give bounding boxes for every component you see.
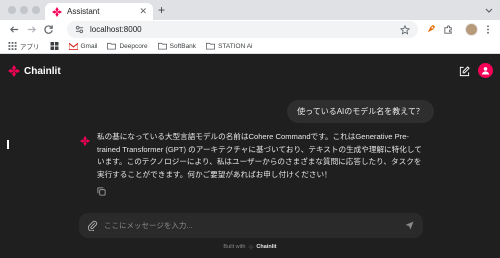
extensions-puzzle-icon[interactable] xyxy=(443,24,454,35)
close-window-button[interactable] xyxy=(8,6,16,14)
assistant-message: 私の基になっている大型言語モデルの名前はCohere Commandです。これは… xyxy=(97,132,422,179)
user-avatar-button[interactable] xyxy=(478,63,493,78)
tab-title: Assistant xyxy=(67,7,100,16)
bookmark-gmail[interactable]: Gmail xyxy=(68,42,98,50)
browser-tab-strip: Assistant ✕ + xyxy=(0,0,500,20)
browser-tab-active[interactable]: Assistant ✕ xyxy=(45,3,153,20)
kebab-menu-icon[interactable] xyxy=(485,24,491,35)
folder-icon xyxy=(107,42,117,50)
extension-rocket-icon[interactable] xyxy=(425,24,436,35)
back-arrow-icon[interactable] xyxy=(9,24,20,35)
message-composer xyxy=(79,213,423,238)
send-icon[interactable] xyxy=(405,221,414,230)
new-tab-button[interactable]: + xyxy=(158,3,165,17)
bookmark-softbank[interactable]: SoftBank xyxy=(157,42,197,50)
brand-name: Chainlit xyxy=(24,65,61,77)
message-input[interactable] xyxy=(104,217,394,234)
bookmark-extra-grid[interactable] xyxy=(50,42,59,50)
bookmark-label: アプリ xyxy=(20,44,40,51)
footer-brand[interactable]: Chainlit xyxy=(248,244,277,250)
address-bar[interactable]: localhost:8000 xyxy=(67,21,418,38)
bookmark-station-ai[interactable]: STATION Ai xyxy=(206,42,253,50)
app-header: Chainlit xyxy=(0,55,500,89)
grid-icon xyxy=(50,42,58,50)
bookmark-star-icon[interactable] xyxy=(400,24,410,35)
built-with-footer: Built with Chainlit xyxy=(0,242,500,252)
bookmark-label: STATION Ai xyxy=(218,42,253,50)
chainlit-favicon-icon xyxy=(52,6,62,17)
tab-close-icon[interactable]: ✕ xyxy=(139,7,147,16)
chainlit-logo[interactable]: Chainlit xyxy=(8,65,61,77)
tab-search-chevron-icon[interactable] xyxy=(484,5,494,15)
address-url: localhost:8000 xyxy=(90,25,142,34)
reload-icon[interactable] xyxy=(43,24,54,35)
built-with-label: Built with xyxy=(223,244,246,250)
minimize-window-button[interactable] xyxy=(20,6,28,14)
chainlit-logo-icon xyxy=(8,65,20,77)
bookmark-label: Gmail xyxy=(80,42,98,50)
profile-avatar[interactable] xyxy=(465,23,478,36)
apps-grid-icon xyxy=(8,42,17,50)
folder-icon xyxy=(157,42,167,50)
bookmarks-bar: アプリ Gmail Deepcore SoftBank STATION Ai xyxy=(0,39,500,54)
maximize-window-button[interactable] xyxy=(32,6,40,14)
chainlit-small-logo-icon xyxy=(248,244,255,250)
text-cursor xyxy=(7,140,9,149)
bookmark-label: SoftBank xyxy=(169,42,197,50)
user-icon xyxy=(481,67,490,75)
gmail-icon xyxy=(68,42,78,50)
bookmark-apps[interactable]: アプリ xyxy=(8,41,40,51)
site-info-icon[interactable] xyxy=(75,25,84,34)
bookmark-deepcore[interactable]: Deepcore xyxy=(107,42,148,50)
footer-brand-label: Chainlit xyxy=(256,244,277,250)
attach-paperclip-icon[interactable] xyxy=(87,220,98,231)
forward-arrow-icon[interactable] xyxy=(26,24,37,35)
user-message-bubble: 使っているAIのモデル名を教えて？ xyxy=(287,100,434,123)
browser-toolbar: localhost:8000 xyxy=(0,20,500,39)
bookmark-label: Deepcore xyxy=(119,42,148,50)
new-chat-edit-icon[interactable] xyxy=(459,66,470,77)
copy-icon[interactable] xyxy=(97,187,106,196)
folder-icon xyxy=(206,42,216,50)
assistant-avatar-icon xyxy=(80,136,90,146)
